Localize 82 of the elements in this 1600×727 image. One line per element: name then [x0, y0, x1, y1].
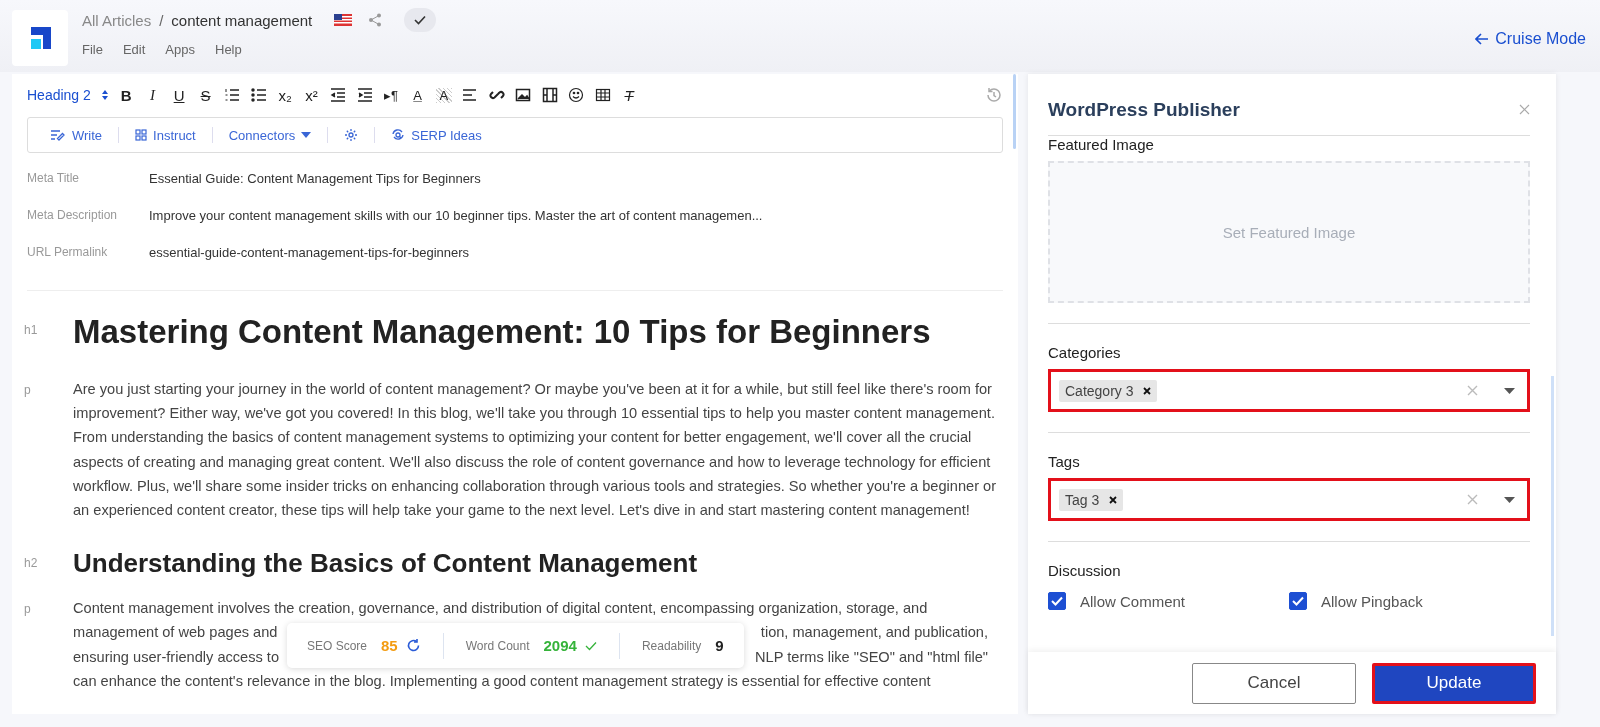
flag-icon[interactable] — [334, 14, 353, 26]
meta-value[interactable]: Improve your content management skills with our 10 beginner tips. Master the art of content managemen... — [149, 208, 763, 223]
checkbox-label: Allow Comment — [1080, 592, 1186, 610]
strike-button[interactable]: S — [192, 86, 219, 104]
block-tag: p — [24, 602, 31, 617]
heading: Mastering Content Management: 10 Tips for Beginners — [73, 312, 932, 352]
menu-item[interactable]: Help — [215, 42, 242, 57]
gear-icon — [344, 128, 359, 142]
connectors-button[interactable]: Connectors — [220, 127, 320, 143]
meta-label: Meta Description — [27, 208, 119, 222]
refresh-icon[interactable] — [405, 638, 421, 654]
field-label: Categories — [1048, 344, 1122, 361]
write-button[interactable]: Write — [42, 127, 111, 143]
grid-icon — [135, 129, 148, 141]
meta-value[interactable]: essential-guide-content-management-tips-for-beginners — [149, 245, 470, 260]
check-icon — [584, 640, 597, 651]
paragraph-line: tion, management, and publication, — [760, 623, 988, 643]
multi-select[interactable]: Tag 3 — [1048, 478, 1530, 521]
highlight-button[interactable]: A — [435, 87, 452, 103]
stat-label: Word Count — [465, 637, 530, 655]
remove-icon[interactable] — [1143, 386, 1152, 395]
menu-item[interactable]: Edit — [122, 42, 146, 57]
cancel-button[interactable]: Cancel — [1192, 662, 1356, 704]
remove-icon[interactable] — [1109, 495, 1118, 504]
stat-label: Readability — [641, 637, 702, 655]
cruise-mode-link[interactable]: Cruise Mode — [1475, 30, 1586, 48]
breadcrumb-separator: / — [159, 11, 164, 29]
underline-button[interactable]: U — [165, 86, 193, 104]
arrow-left-icon — [1475, 33, 1490, 45]
article-title: content management — [171, 11, 313, 29]
instruct-button[interactable]: Instruct — [127, 127, 204, 143]
bold-button[interactable]: B — [112, 86, 140, 104]
sup-button[interactable]: x² — [298, 86, 325, 104]
italic-button[interactable]: I — [139, 86, 166, 104]
panel-title: WordPress Publisher — [1048, 98, 1240, 121]
stat-value: 9 — [715, 635, 724, 656]
color-button[interactable]: A — [404, 87, 431, 103]
menu-item[interactable]: Apps — [165, 42, 195, 57]
field-label: Featured Image — [1048, 136, 1155, 153]
menu-item[interactable]: File — [82, 42, 103, 57]
serp-button[interactable]: SERP Ideas — [383, 127, 490, 143]
update-button[interactable]: Update — [1372, 662, 1536, 704]
checkbox[interactable] — [1048, 592, 1066, 610]
field-label: Discussion — [1048, 562, 1122, 579]
checkbox[interactable] — [1289, 592, 1307, 610]
block-format-select[interactable]: Heading 2 — [27, 87, 109, 103]
meta-label: Meta Title — [27, 171, 81, 185]
para-button[interactable]: ▸¶ — [377, 87, 405, 103]
checkbox-label: Allow Pingback — [1321, 592, 1423, 610]
paragraph-line: can enhance the content's relevance in the blog. Implementing a good content management strategy is essential for effective content — [73, 671, 931, 691]
stat-label: SEO Score — [307, 637, 368, 655]
check-icon — [414, 15, 427, 25]
scrollbar[interactable] — [1013, 74, 1016, 149]
paragraph-line: Content management involves the creation, governance, and distribution of digital content, encompassing organization, storage, and — [73, 599, 928, 619]
block-tag: p — [24, 383, 31, 397]
block-tag: h2 — [24, 556, 38, 571]
stat-value: 2094 — [543, 635, 577, 656]
meta-label: URL Permalink — [27, 245, 109, 259]
clear-button[interactable]: T — [615, 86, 643, 104]
paragraph-line: management of web pages and — [73, 623, 278, 643]
caret-icon[interactable] — [1504, 496, 1515, 503]
multi-select[interactable]: Category 3 — [1048, 369, 1530, 412]
paragraph: Are you just starting your journey in the world of content management? Or maybe you've been at it for a while, but still feel like there's room for improvement? Either way, we've got you covered! In this blog, we'll take you through 10 essential tips to help you master content management. From understanding the basics of content management systems to optimizing your content for better engagement, we'll cover all the crucial aspects of creating and managing great content. We'll also discuss the role of content governance and how to leverage technology for efficient workflow. Plus, we'll share some insider tricks on enhancing collaboration through various tools and strategies. So whether you're a beginner or an experienced content creator, these tips will help take your game to the next level. Let's dive in and start mastering content management! — [73, 380, 998, 520]
caret-icon — [301, 132, 312, 138]
paragraph-line: NLP terms like "SEO" and "html file" — [755, 647, 988, 667]
updown-caret-icon — [100, 89, 109, 101]
refresh-search-icon — [391, 128, 406, 142]
logo-icon[interactable] — [12, 10, 68, 66]
field-label: Tags — [1048, 453, 1081, 470]
sub-button[interactable]: x₂ — [271, 86, 299, 104]
chip[interactable]: Category 3 — [1059, 379, 1158, 402]
check-button[interactable] — [404, 8, 437, 32]
paragraph-line: ensuring user-friendly access to — [73, 647, 280, 667]
chip[interactable]: Tag 3 — [1059, 488, 1124, 511]
pen-lines-icon — [50, 129, 66, 141]
caret-icon[interactable] — [1504, 387, 1515, 394]
block-tag: h1 — [24, 323, 38, 337]
meta-value[interactable]: Essential Guide: Content Management Tips for Beginners — [149, 171, 481, 186]
scrollbar[interactable] — [1551, 376, 1554, 636]
stat-value: 85 — [381, 635, 398, 656]
share-icon[interactable] — [368, 13, 383, 27]
heading: Understanding the Basics of Content Management — [73, 547, 699, 581]
